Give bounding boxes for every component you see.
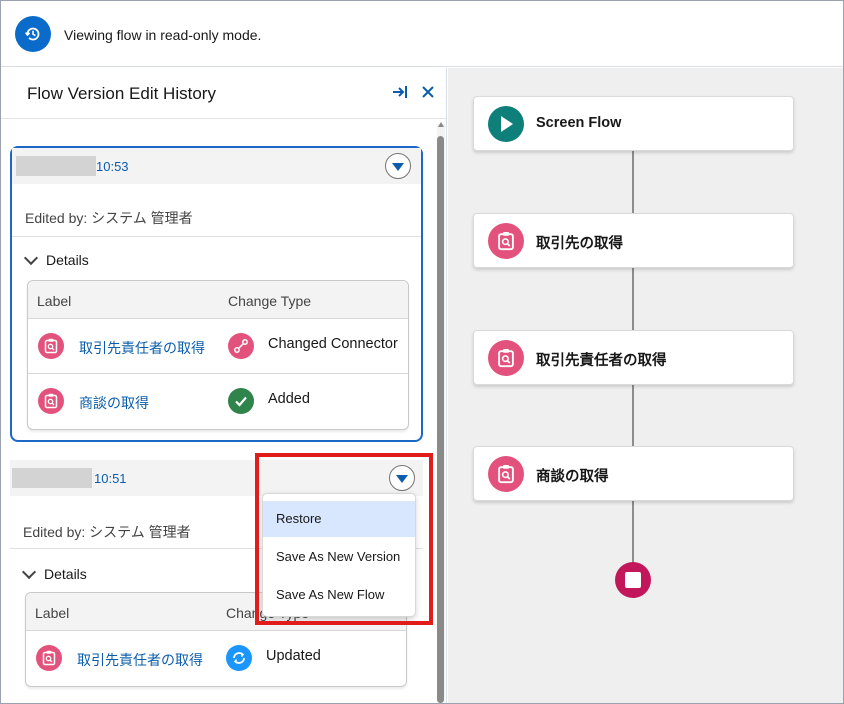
version-menu-button[interactable] bbox=[389, 465, 415, 491]
column-header-label: Label bbox=[35, 605, 70, 621]
close-icon[interactable] bbox=[420, 84, 436, 100]
version-header: 10:51 bbox=[10, 460, 423, 496]
version-card[interactable]: 10:53 Edited by: システム 管理者 Details Label … bbox=[10, 146, 423, 442]
edited-by: Edited by: システム 管理者 bbox=[23, 524, 191, 540]
chevron-down-icon bbox=[396, 475, 408, 483]
panel-title: Flow Version Edit History bbox=[27, 84, 216, 103]
menu-item-save-as-new-flow[interactable]: Save As New Flow bbox=[263, 577, 415, 613]
chevron-down-icon bbox=[392, 163, 404, 171]
get-records-icon bbox=[488, 340, 524, 376]
stop-icon[interactable] bbox=[615, 562, 651, 598]
get-records-icon bbox=[38, 388, 64, 414]
change-type: Updated bbox=[266, 648, 321, 664]
element-link[interactable]: 商談の取得 bbox=[79, 393, 149, 413]
change-type: Changed Connector bbox=[268, 336, 398, 352]
flow-node-start[interactable]: Screen Flow bbox=[473, 96, 794, 151]
scroll-up-arrow-icon[interactable] bbox=[438, 122, 444, 127]
changed-connector-icon bbox=[228, 333, 254, 359]
stop-square bbox=[625, 572, 641, 588]
details-label: Details bbox=[46, 252, 89, 268]
table-row: 商談の取得 Added bbox=[28, 374, 408, 429]
table-row: 取引先責任者の取得 Updated bbox=[26, 631, 406, 686]
card-divider bbox=[12, 236, 421, 237]
table-header: Label Change Type bbox=[28, 281, 408, 319]
table-row: 取引先責任者の取得 Changed Connector bbox=[28, 319, 408, 374]
get-records-icon bbox=[36, 645, 62, 671]
version-date-redacted bbox=[16, 156, 96, 176]
flow-node[interactable]: 商談の取得 bbox=[473, 446, 794, 501]
get-records-icon bbox=[38, 333, 64, 359]
element-link[interactable]: 取引先責任者の取得 bbox=[77, 650, 203, 670]
flow-canvas[interactable] bbox=[448, 68, 843, 703]
updated-icon bbox=[226, 645, 252, 671]
get-records-icon bbox=[488, 456, 524, 492]
version-menu-button[interactable] bbox=[385, 153, 411, 179]
details-label: Details bbox=[44, 566, 87, 582]
column-header-change-type: Change Type bbox=[228, 293, 312, 309]
history-icon bbox=[15, 16, 51, 52]
banner-text: Viewing flow in read-only mode. bbox=[64, 27, 262, 43]
changes-table: Label Change Type 取引先責任者の取得 Changed Conn… bbox=[27, 280, 409, 430]
added-check-icon bbox=[228, 388, 254, 414]
version-header: 10:53 bbox=[12, 148, 421, 184]
edited-by: Edited by: システム 管理者 bbox=[25, 210, 193, 226]
chevron-down-icon bbox=[21, 564, 37, 579]
version-date-redacted bbox=[12, 468, 92, 488]
collapse-panel-icon[interactable] bbox=[392, 84, 408, 100]
chevron-down-icon bbox=[23, 250, 39, 265]
details-toggle[interactable]: Details bbox=[23, 250, 89, 268]
change-type: Added bbox=[268, 391, 310, 407]
read-only-banner: Viewing flow in read-only mode. bbox=[1, 1, 843, 67]
scrollbar-thumb[interactable] bbox=[437, 136, 444, 703]
details-toggle[interactable]: Details bbox=[21, 564, 87, 582]
flow-node[interactable]: 取引先の取得 bbox=[473, 213, 794, 268]
element-link[interactable]: 取引先責任者の取得 bbox=[79, 338, 205, 358]
node-label: Screen Flow bbox=[536, 115, 622, 131]
node-label: 取引先責任者の取得 bbox=[536, 353, 667, 369]
flow-node[interactable]: 取引先責任者の取得 bbox=[473, 330, 794, 385]
menu-item-save-as-new-version[interactable]: Save As New Version bbox=[263, 539, 415, 575]
menu-item-restore[interactable]: Restore bbox=[263, 501, 415, 537]
version-actions-menu: Restore Save As New Version Save As New … bbox=[262, 493, 416, 617]
node-label: 商談の取得 bbox=[536, 469, 609, 485]
play-icon bbox=[488, 106, 524, 142]
version-time: 10:53 bbox=[96, 159, 129, 174]
column-header-label: Label bbox=[37, 293, 72, 309]
panel-divider bbox=[1, 118, 446, 119]
node-label: 取引先の取得 bbox=[536, 236, 623, 252]
get-records-icon bbox=[488, 223, 524, 259]
version-time: 10:51 bbox=[94, 471, 127, 486]
